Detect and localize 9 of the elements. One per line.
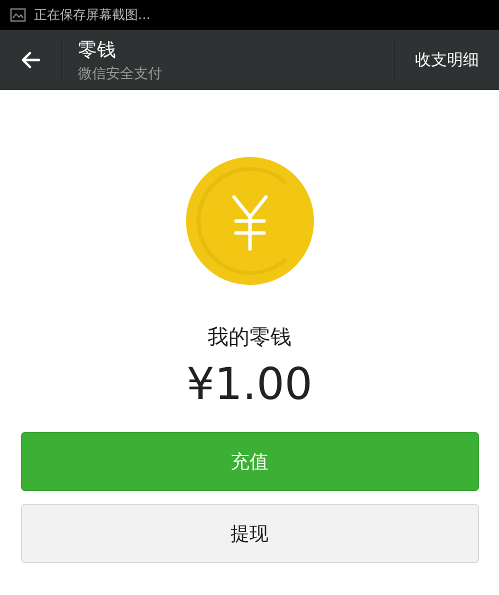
balance-amount: ¥1.00 <box>186 359 312 410</box>
notification-text: 正在保存屏幕截图... <box>34 7 150 24</box>
withdraw-button[interactable]: 提现 <box>20 504 478 563</box>
page-subtitle: 微信安全支付 <box>78 65 163 83</box>
balance-label: 我的零钱 <box>208 324 292 351</box>
coin-icon <box>186 157 314 285</box>
page-title: 零钱 <box>78 38 117 63</box>
image-icon <box>10 8 26 22</box>
transactions-link[interactable]: 收支明细 <box>394 40 499 80</box>
